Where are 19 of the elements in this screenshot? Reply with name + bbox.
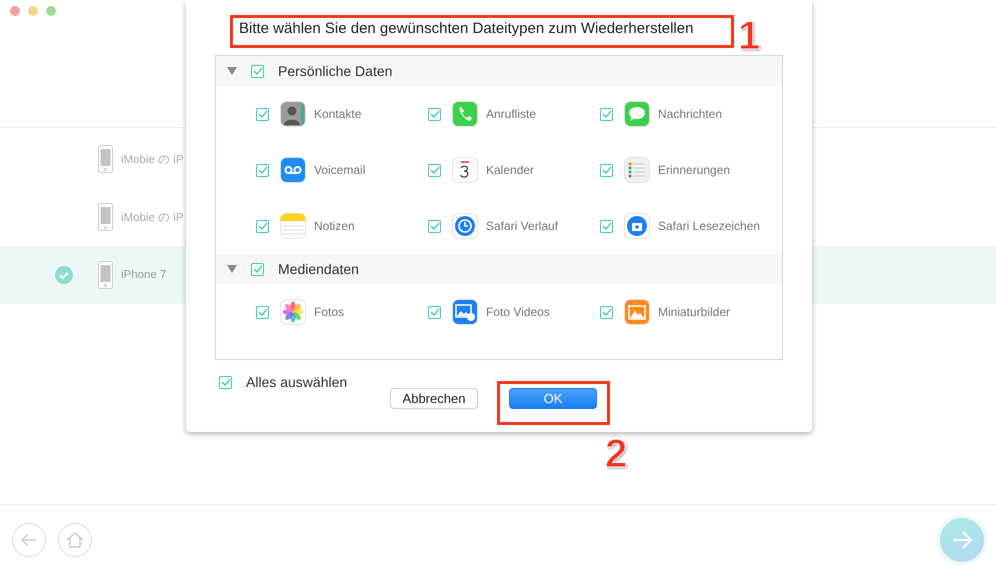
file-type-label: Foto Videos [486, 305, 550, 319]
group-label: Persönliche Daten [278, 63, 392, 79]
group-label: Mediendaten [278, 261, 359, 277]
file-type-label: Nachrichten [658, 107, 722, 121]
file-type-label: Safari Lesezeichen [658, 219, 760, 233]
dialog-title: Bitte wählen Sie den gewünschten Dateitypen zum Wiederherstellen [239, 20, 694, 38]
file-type-label: Anrufliste [486, 107, 536, 121]
device-name: iMobie の iP [121, 210, 184, 224]
file-type-label: Kontakte [314, 107, 362, 121]
file-type-label: Notizen [314, 219, 355, 233]
file-type-label: Fotos [314, 305, 344, 319]
file-type-label: Erinnerungen [658, 163, 730, 177]
file-type-label: Kalender [486, 163, 534, 177]
file-type-label: Miniaturbilder [658, 305, 730, 319]
device-name: iMobie の iP [121, 152, 184, 166]
select-all-label: Alles auswählen [246, 374, 348, 390]
device-name: iPhone 7 [121, 269, 166, 281]
file-type-label: Safari Verlauf [486, 219, 558, 233]
file-type-label: Voicemail [314, 163, 366, 177]
